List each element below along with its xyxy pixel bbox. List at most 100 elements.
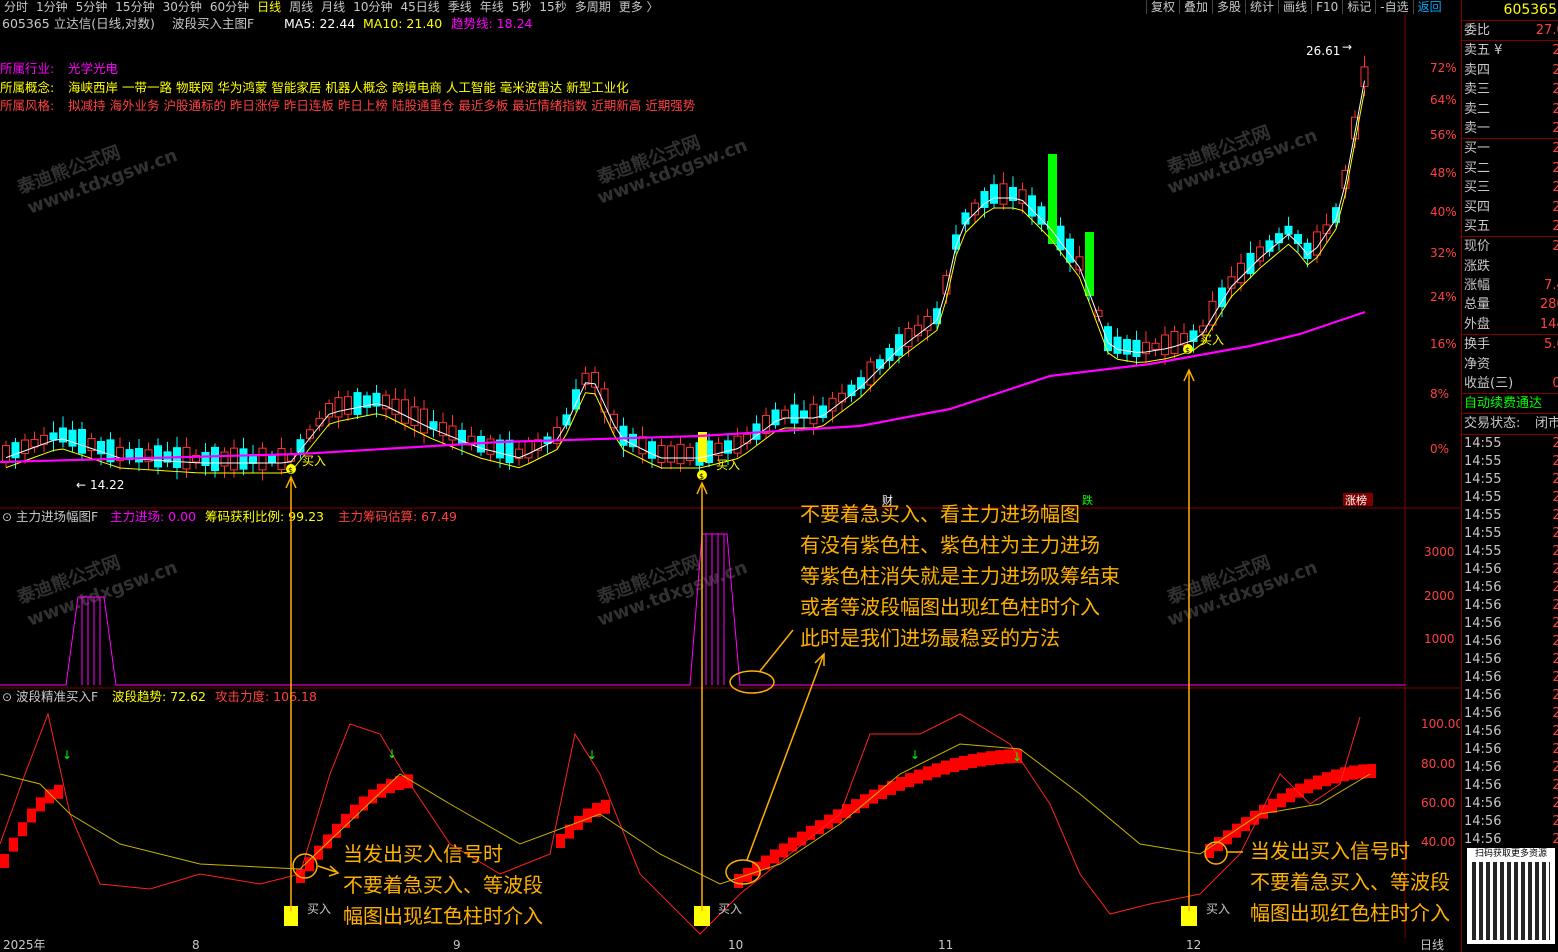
quote-row: 卖二26. — [1464, 101, 1558, 117]
tab-15[interactable]: 多周期 — [571, 0, 615, 14]
money-bag-icon: $ — [288, 466, 293, 475]
band-bar — [18, 822, 27, 837]
tab-8[interactable]: 月线 — [317, 0, 349, 14]
candle-body — [876, 359, 884, 369]
band-bar — [54, 784, 63, 799]
trend-line — [0, 310, 1366, 464]
candle-body — [1294, 234, 1302, 244]
attack-line — [0, 712, 1361, 935]
candle-body — [1151, 342, 1160, 351]
candle-body — [733, 435, 742, 454]
qr-code-icon — [1472, 862, 1550, 940]
svg-text:幅图出现红色柱时介入: 幅图出现红色柱时介入 — [1250, 901, 1450, 925]
candle-body — [239, 448, 248, 470]
industry-label: 所属行业: — [0, 61, 54, 76]
month-label: 12 — [1186, 938, 1202, 952]
candle-body — [1018, 189, 1027, 204]
pct-tick: 8% — [1430, 387, 1449, 401]
band-bar — [923, 766, 932, 781]
band-bar — [1304, 779, 1313, 794]
tool-button-8[interactable]: 返回 — [1412, 0, 1446, 14]
percent-axis: 72% 64% 56% 48% 40% 32% 24% 16% 8% 0% — [1430, 61, 1457, 456]
badge-die[interactable]: 跌 — [1082, 493, 1093, 507]
svg-text:不要着急买入、等波段: 不要着急买入、等波段 — [343, 873, 543, 897]
band-bar — [1367, 764, 1376, 779]
candle-body — [743, 433, 751, 444]
quote-row: 买五25. — [1464, 218, 1558, 234]
candle-body — [809, 403, 818, 425]
candle-body — [486, 438, 495, 455]
tick-row: 14:5626. — [1464, 633, 1558, 649]
band-bar — [27, 808, 36, 823]
pct-tick: 64% — [1430, 93, 1457, 107]
tool-button-2[interactable]: 多股 — [1212, 0, 1245, 14]
low-arrow-icon: ← — [76, 478, 86, 492]
year-label: 2025年 — [3, 938, 46, 952]
tab-4[interactable]: 30分钟 — [159, 0, 206, 14]
tab-5[interactable]: 60分钟 — [206, 0, 253, 14]
tab-10[interactable]: 45日线 — [396, 0, 443, 14]
band-bar — [36, 797, 45, 812]
tool-button-1[interactable]: 叠加 — [1179, 0, 1212, 14]
panel2-collapse-icon[interactable]: ⊙ — [2, 510, 12, 524]
month-label: 11 — [938, 938, 954, 952]
svg-text:当发出买入信号时: 当发出买入信号时 — [343, 842, 503, 866]
candle-body — [306, 429, 314, 439]
tool-button-7[interactable]: -自选 — [1375, 0, 1412, 14]
panel3-collapse-icon[interactable]: ⊙ — [2, 690, 12, 704]
band-bar — [986, 751, 995, 766]
panel3-name: 波段精准买入F — [16, 689, 98, 704]
candle-body — [49, 432, 58, 441]
band-bar — [1313, 775, 1322, 790]
candle-body — [923, 315, 932, 331]
tab-3[interactable]: 15分钟 — [111, 0, 158, 14]
candle-body — [790, 404, 799, 424]
tool-button-0[interactable]: 复权 — [1146, 0, 1179, 14]
svg-text:80.00: 80.00 — [1421, 757, 1455, 771]
tool-button-4[interactable]: 画线 — [1278, 0, 1311, 14]
badge-zhangbang[interactable]: 涨榜 — [1345, 493, 1367, 507]
candle-body — [686, 447, 694, 461]
tab-13[interactable]: 5秒 — [508, 0, 536, 14]
candle-body — [1170, 330, 1179, 355]
tab-1[interactable]: 1分钟 — [32, 0, 72, 14]
candle-body — [277, 448, 286, 470]
tool-button-3[interactable]: 统计 — [1245, 0, 1278, 14]
tab-0[interactable]: 分时 — [0, 0, 32, 14]
band-bar — [779, 843, 788, 858]
svg-text:幅图出现红色柱时介入: 幅图出现红色柱时介入 — [343, 904, 543, 928]
tab-2[interactable]: 5分钟 — [72, 0, 112, 14]
pct-tick: 48% — [1430, 166, 1457, 180]
auto-renew-link[interactable]: 自动续费通达 — [1462, 393, 1558, 415]
tab-14[interactable]: 15秒 — [535, 0, 570, 14]
candle-body — [268, 455, 276, 463]
svg-text:当发出买入信号时: 当发出买入信号时 — [1250, 839, 1410, 863]
chart-area[interactable]: 605365 立达信(日线,对数) 波段买入主图F MA5: 22.44 MA1… — [0, 14, 1463, 938]
month-label: 9 — [453, 938, 461, 952]
band-trend-line — [0, 743, 1371, 885]
buy-square-label-1: 买入 — [307, 902, 331, 916]
pct-tick: 24% — [1430, 290, 1457, 304]
tab-16[interactable]: 更多 〉 — [615, 0, 663, 14]
tab-6[interactable]: 日线 — [253, 0, 285, 14]
period-mode[interactable]: 日线 — [1420, 938, 1444, 952]
concept-value: 海峡西岸 一带一路 物联网 华为鸿蒙 智能家居 机器人概念 跨境电商 人工智能 … — [68, 80, 629, 95]
band-bar — [1232, 823, 1241, 838]
tick-row: 14:5525. — [1464, 435, 1558, 451]
quote-row: 卖一26. — [1464, 120, 1558, 136]
tick-row: 14:5625. — [1464, 597, 1558, 613]
panel2-value-main: 主力进场: 0.00 — [110, 509, 196, 524]
candle-body — [78, 428, 86, 454]
candle-body — [638, 436, 647, 455]
band-bar — [377, 783, 386, 798]
annotation-left: 当发出买入信号时 不要着急买入、等波段 幅图出现红色柱时介入 — [343, 842, 543, 928]
tool-button-5[interactable]: F10 — [1311, 0, 1342, 14]
tab-7[interactable]: 周线 — [285, 0, 317, 14]
tab-11[interactable]: 季线 — [444, 0, 476, 14]
quote-row: 外盘1448 — [1464, 316, 1558, 332]
tool-button-6[interactable]: 标记 — [1342, 0, 1375, 14]
tab-9[interactable]: 10分钟 — [349, 0, 396, 14]
tab-12[interactable]: 年线 — [476, 0, 508, 14]
svg-text:不要着急买入、等波段: 不要着急买入、等波段 — [1250, 870, 1450, 894]
candle-body — [676, 443, 685, 465]
